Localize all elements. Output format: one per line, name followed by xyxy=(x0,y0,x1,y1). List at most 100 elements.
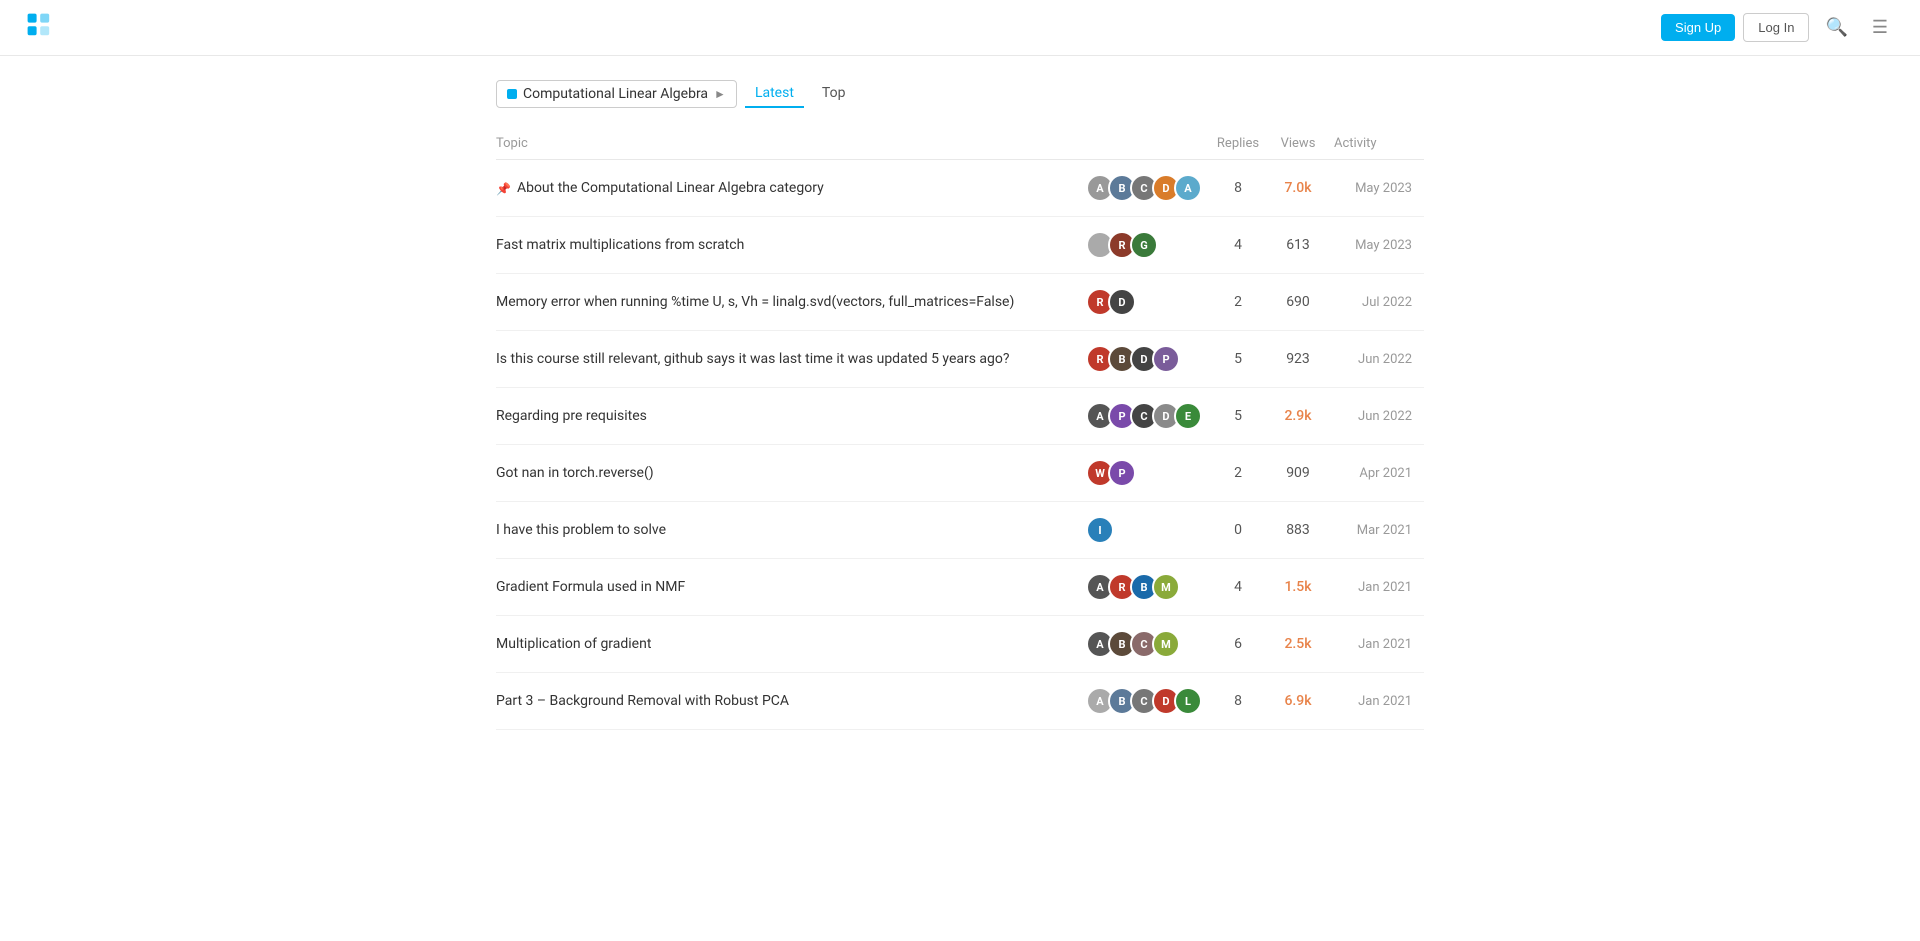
column-activity: Activity xyxy=(1334,128,1424,160)
avatar: P xyxy=(1152,345,1180,373)
avatar: E xyxy=(1174,402,1202,430)
topic-title[interactable]: Is this course still relevant, github sa… xyxy=(496,351,1074,367)
topic-activity: Jan 2021 xyxy=(1334,616,1424,673)
topic-title[interactable]: Memory error when running %time U, s, Vh… xyxy=(496,294,1074,310)
topic-title[interactable]: Got nan in torch.reverse() xyxy=(496,465,1074,481)
topic-avatars: ABCM xyxy=(1086,616,1214,673)
avatar: M xyxy=(1152,573,1180,601)
topic-table: Topic Replies Views Activity 📌 About the … xyxy=(496,128,1424,730)
topic-avatars: ABCDL xyxy=(1086,673,1214,730)
topic-activity: May 2023 xyxy=(1334,160,1424,217)
topic-replies: 2 xyxy=(1214,445,1274,502)
topic-title-text: Part 3 – Background Removal with Robust … xyxy=(496,693,789,709)
tab-top[interactable]: Top xyxy=(812,80,856,108)
topic-title[interactable]: Multiplication of gradient xyxy=(496,636,1074,652)
topic-avatars: RBDP xyxy=(1086,331,1214,388)
table-row: I have this problem to solve I 0883Mar 202… xyxy=(496,502,1424,559)
avatar: D xyxy=(1108,288,1136,316)
topic-activity: Apr 2021 xyxy=(1334,445,1424,502)
login-button[interactable]: Log In xyxy=(1743,13,1809,42)
avatar: A xyxy=(1174,174,1202,202)
topic-title-text: I have this problem to solve xyxy=(496,522,666,538)
tabs-row: Computational Linear Algebra ► Latest To… xyxy=(496,80,1424,108)
table-header-row: Topic Replies Views Activity xyxy=(496,128,1424,160)
column-topic: Topic xyxy=(496,128,1086,160)
topic-activity: Jul 2022 xyxy=(1334,274,1424,331)
topic-views: 909 xyxy=(1274,445,1334,502)
avatar: L xyxy=(1174,687,1202,715)
topic-activity: Mar 2021 xyxy=(1334,502,1424,559)
topic-replies: 8 xyxy=(1214,160,1274,217)
search-button[interactable]: 🔍 xyxy=(1817,13,1855,42)
topic-views: 690 xyxy=(1274,274,1334,331)
avatar: M xyxy=(1152,630,1180,658)
topic-title[interactable]: Part 3 – Background Removal with Robust … xyxy=(496,693,1074,709)
topic-activity: May 2023 xyxy=(1334,217,1424,274)
table-row: Part 3 – Background Removal with Robust … xyxy=(496,673,1424,730)
topic-replies: 8 xyxy=(1214,673,1274,730)
topic-views: 7.0k xyxy=(1274,160,1334,217)
topic-title-text: Regarding pre requisites xyxy=(496,408,647,424)
topic-views: 6.9k xyxy=(1274,673,1334,730)
column-views: Views xyxy=(1274,128,1334,160)
topic-title[interactable]: Gradient Formula used in NMF xyxy=(496,579,1074,595)
topic-replies: 4 xyxy=(1214,559,1274,616)
main-content: Computational Linear Algebra ► Latest To… xyxy=(480,56,1440,754)
topic-views: 2.5k xyxy=(1274,616,1334,673)
topic-activity: Jun 2022 xyxy=(1334,388,1424,445)
topic-replies: 4 xyxy=(1214,217,1274,274)
topic-replies: 2 xyxy=(1214,274,1274,331)
table-row: Is this course still relevant, github sa… xyxy=(496,331,1424,388)
topic-title[interactable]: I have this problem to solve xyxy=(496,522,1074,538)
menu-button[interactable]: ☰ xyxy=(1864,13,1896,42)
table-row: Memory error when running %time U, s, Vh… xyxy=(496,274,1424,331)
topic-views: 2.9k xyxy=(1274,388,1334,445)
table-row: Got nan in torch.reverse() WP2909Apr 2021 xyxy=(496,445,1424,502)
topic-activity: Jun 2022 xyxy=(1334,331,1424,388)
table-row: Fast matrix multiplications from scratch… xyxy=(496,217,1424,274)
topic-avatars: RD xyxy=(1086,274,1214,331)
topic-avatars: WP xyxy=(1086,445,1214,502)
topic-avatars: APCDE xyxy=(1086,388,1214,445)
pin-icon: 📌 xyxy=(496,182,511,196)
site-logo[interactable] xyxy=(24,10,60,46)
topic-title-text: Fast matrix multiplications from scratch xyxy=(496,237,744,253)
topic-views: 923 xyxy=(1274,331,1334,388)
table-row: 📌 About the Computational Linear Algebra … xyxy=(496,160,1424,217)
topic-replies: 6 xyxy=(1214,616,1274,673)
topic-title-text: Is this course still relevant, github sa… xyxy=(496,351,1010,367)
topic-title-text: Memory error when running %time U, s, Vh… xyxy=(496,294,1014,310)
topic-title-text: About the Computational Linear Algebra c… xyxy=(517,180,824,196)
category-label: Computational Linear Algebra xyxy=(523,86,708,102)
topic-views: 613 xyxy=(1274,217,1334,274)
topic-title[interactable]: Fast matrix multiplications from scratch xyxy=(496,237,1074,253)
table-row: Regarding pre requisites APCDE52.9kJun 20… xyxy=(496,388,1424,445)
nav-actions: Sign Up Log In 🔍 ☰ xyxy=(1661,13,1896,42)
avatar: G xyxy=(1130,231,1158,259)
chevron-right-icon: ► xyxy=(714,87,726,101)
topic-views: 883 xyxy=(1274,502,1334,559)
topic-activity: Jan 2021 xyxy=(1334,673,1424,730)
table-row: Multiplication of gradient ABCM62.5kJan 2… xyxy=(496,616,1424,673)
table-row: Gradient Formula used in NMFARBM41.5kJan… xyxy=(496,559,1424,616)
category-dot xyxy=(507,89,517,99)
top-navigation: Sign Up Log In 🔍 ☰ xyxy=(0,0,1920,56)
topic-views: 1.5k xyxy=(1274,559,1334,616)
topic-title-text: Got nan in torch.reverse() xyxy=(496,465,654,481)
topic-replies: 5 xyxy=(1214,331,1274,388)
topic-avatars: ABCDA xyxy=(1086,160,1214,217)
topic-avatars: I xyxy=(1086,502,1214,559)
avatar: I xyxy=(1086,516,1114,544)
topic-avatars: RG xyxy=(1086,217,1214,274)
topic-avatars: ARBM xyxy=(1086,559,1214,616)
signup-button[interactable]: Sign Up xyxy=(1661,14,1735,41)
topic-title-text: Multiplication of gradient xyxy=(496,636,651,652)
topic-title[interactable]: Regarding pre requisites xyxy=(496,408,1074,424)
category-pill[interactable]: Computational Linear Algebra ► xyxy=(496,80,737,108)
avatar: P xyxy=(1108,459,1136,487)
column-replies: Replies xyxy=(1214,128,1274,160)
tab-latest[interactable]: Latest xyxy=(745,80,804,108)
topic-replies: 5 xyxy=(1214,388,1274,445)
topic-title[interactable]: 📌 About the Computational Linear Algebra … xyxy=(496,180,1074,196)
topic-replies: 0 xyxy=(1214,502,1274,559)
